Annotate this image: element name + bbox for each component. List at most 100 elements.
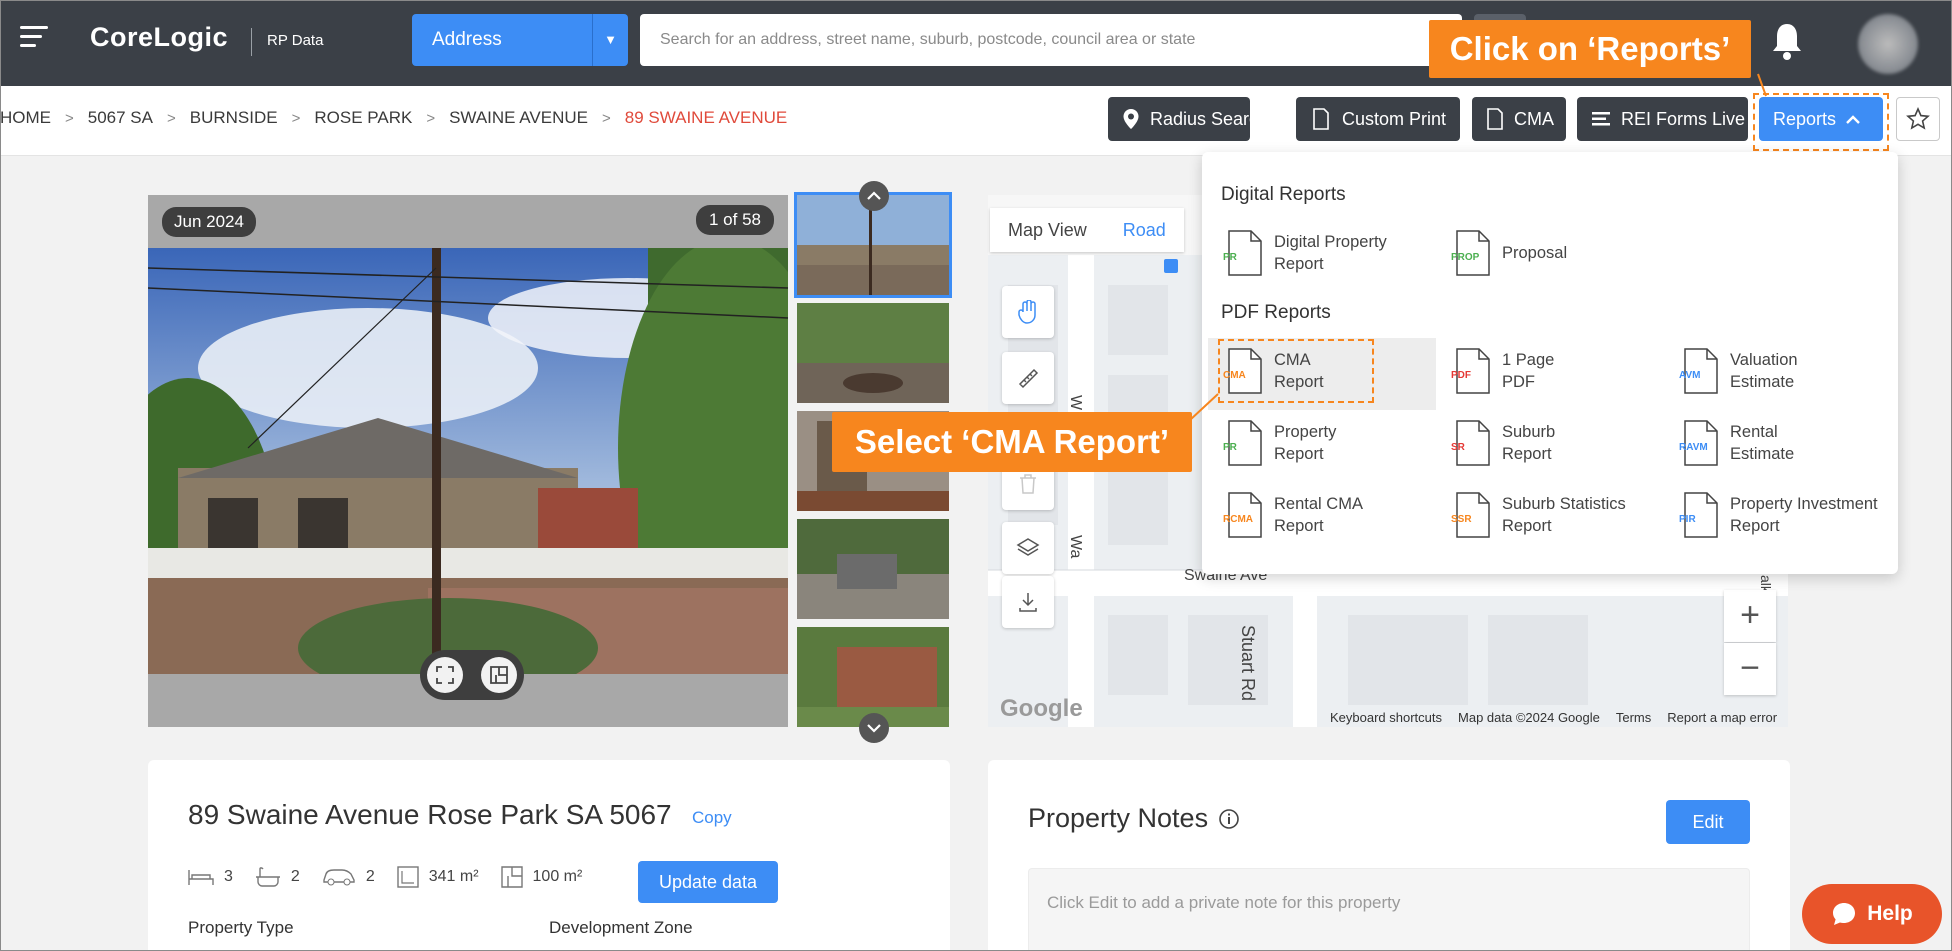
document-icon	[1310, 108, 1332, 130]
car-icon	[323, 869, 355, 886]
report-tag: RCMA	[1223, 514, 1253, 525]
report-tag: PR	[1223, 252, 1237, 263]
floor-size-attribute: 100 m²	[500, 866, 582, 888]
report-item-ssr[interactable]: SSR Suburb Statistics Report	[1451, 492, 1626, 538]
edit-notes-button[interactable]: Edit	[1666, 800, 1750, 844]
document-icon: PR	[1223, 420, 1262, 466]
radius-search-button[interactable]: Radius Search	[1108, 97, 1268, 141]
floorplan-icon[interactable]	[481, 657, 517, 693]
report-item-pr[interactable]: PR Digital Property Report	[1223, 230, 1387, 276]
report-label-line: Estimate	[1730, 373, 1795, 391]
report-item-rcma[interactable]: RCMA Rental CMA Report	[1223, 492, 1363, 538]
bed-icon	[188, 870, 214, 885]
radius-search-label: Radius Search	[1150, 108, 1269, 129]
logo-divider	[251, 28, 252, 56]
info-icon	[1219, 808, 1239, 829]
help-button[interactable]: Help	[1802, 884, 1942, 944]
report-label: Rental CMA Report	[1274, 493, 1363, 537]
report-label-line: Digital Property	[1274, 233, 1387, 251]
chevron-right-icon: >	[65, 109, 74, 127]
breadcrumb-item-suburb[interactable]: ROSE PARK	[314, 108, 412, 128]
custom-print-button[interactable]: Custom Print	[1296, 97, 1460, 141]
download-icon[interactable]	[1002, 576, 1054, 628]
document-icon	[1486, 108, 1504, 130]
corelogic-logo[interactable]: CoreLogic	[90, 22, 228, 53]
user-avatar[interactable]	[1858, 14, 1918, 74]
tab-map-view[interactable]: Map View	[990, 220, 1105, 241]
cma-button[interactable]: CMA	[1472, 97, 1566, 141]
copy-address-link[interactable]: Copy	[692, 808, 732, 828]
report-label-line: Valuation	[1730, 351, 1798, 369]
rei-forms-live-button[interactable]: REI Forms Live	[1577, 97, 1748, 141]
map-street-label: W	[1067, 395, 1084, 411]
gallery-controls	[420, 650, 524, 700]
breadcrumb-item-current: 89 SWAINE AVENUE	[624, 108, 788, 127]
breadcrumb-item-council[interactable]: BURNSIDE	[190, 108, 278, 128]
chevron-right-icon: >	[167, 109, 176, 127]
document-icon: PROP	[1451, 230, 1490, 276]
thumbnail-2[interactable]	[797, 303, 949, 403]
bell-icon[interactable]	[1770, 20, 1804, 62]
property-notes-field[interactable]: Click Edit to add a private note for thi…	[1028, 868, 1750, 951]
callout-pointer-line	[1189, 393, 1219, 421]
fullscreen-icon[interactable]	[427, 657, 463, 693]
search-type-select[interactable]: Address	[412, 14, 592, 66]
chevron-up-icon[interactable]	[859, 181, 889, 211]
photo-count-badge: 1 of 58	[696, 205, 774, 235]
hand-icon[interactable]	[1002, 286, 1054, 338]
document-icon: PR	[1223, 230, 1262, 276]
zoom-in-button[interactable]: +	[1724, 590, 1776, 642]
map-footer-link[interactable]: Report a map error	[1667, 710, 1777, 725]
bedrooms-attribute: 3	[188, 867, 233, 887]
menu-icon[interactable]	[20, 26, 48, 48]
map-footer-text: Map data ©2024 Google	[1458, 710, 1600, 725]
report-label: Suburb Statistics Report	[1502, 493, 1626, 537]
report-label: Rental Estimate	[1730, 421, 1794, 465]
chevron-down-icon[interactable]	[859, 713, 889, 743]
breadcrumb-item-home[interactable]: HOME	[0, 108, 51, 128]
tab-road[interactable]: Road	[1105, 220, 1184, 241]
callout-pointer-line	[1757, 73, 1767, 97]
report-item-avm[interactable]: AVM Valuation Estimate	[1679, 348, 1798, 394]
zoom-out-button[interactable]: −	[1724, 643, 1776, 695]
map-footer: Keyboard shortcuts Map data ©2024 Google…	[1330, 710, 1777, 725]
ruler-icon[interactable]	[1002, 352, 1054, 404]
report-item-ravm[interactable]: RAVM Rental Estimate	[1679, 420, 1794, 466]
callout-click-reports: Click on ‘Reports’	[1429, 20, 1751, 78]
report-label-line: Report	[1502, 517, 1552, 535]
land-size-value: 341 m²	[428, 868, 479, 885]
report-item-pr[interactable]: PR Property Report	[1223, 420, 1336, 466]
layers-icon[interactable]	[1002, 522, 1054, 574]
report-tag: PIR	[1679, 514, 1696, 525]
report-item-pdf[interactable]: PDF 1 Page PDF	[1451, 348, 1554, 394]
star-icon[interactable]	[1896, 97, 1940, 141]
breadcrumb-item-postcode[interactable]: 5067 SA	[88, 108, 153, 128]
search-input[interactable]	[640, 14, 1462, 66]
photo-date-badge: Jun 2024	[162, 207, 256, 237]
callout-select-cma-report: Select ‘CMA Report’	[832, 412, 1192, 472]
floor-area-icon	[500, 866, 523, 888]
report-tag: PDF	[1451, 370, 1471, 381]
chat-bubble-icon	[1833, 903, 1856, 925]
thumbnail-4[interactable]	[797, 519, 949, 619]
update-data-button[interactable]: Update data	[638, 861, 778, 903]
land-size-attribute: 341 m²	[397, 866, 479, 888]
bedrooms-count: 3	[224, 868, 233, 885]
report-tag: SR	[1451, 442, 1465, 453]
document-icon: SSR	[1451, 492, 1490, 538]
report-item-pir[interactable]: PIR Property Investment Report	[1679, 492, 1878, 538]
pdf-reports-heading: PDF Reports	[1221, 302, 1331, 323]
map-footer-link[interactable]: Keyboard shortcuts	[1330, 710, 1442, 725]
thumbnail-5[interactable]	[797, 627, 949, 727]
map-street-label: Wa	[1067, 535, 1084, 559]
breadcrumb-item-street[interactable]: SWAINE AVENUE	[449, 108, 588, 128]
cma-report-highlight-box	[1218, 339, 1374, 403]
chevron-down-icon[interactable]: ▼	[592, 14, 628, 66]
property-photo[interactable]	[148, 248, 788, 674]
report-item-sr[interactable]: SR Suburb Report	[1451, 420, 1555, 466]
document-icon: PIR	[1679, 492, 1718, 538]
report-label-line: Suburb Statistics	[1502, 495, 1626, 513]
map-footer-link[interactable]: Terms	[1616, 710, 1651, 725]
report-label-line: Property Investment	[1730, 495, 1878, 513]
report-item-prop[interactable]: PROP Proposal	[1451, 230, 1567, 276]
